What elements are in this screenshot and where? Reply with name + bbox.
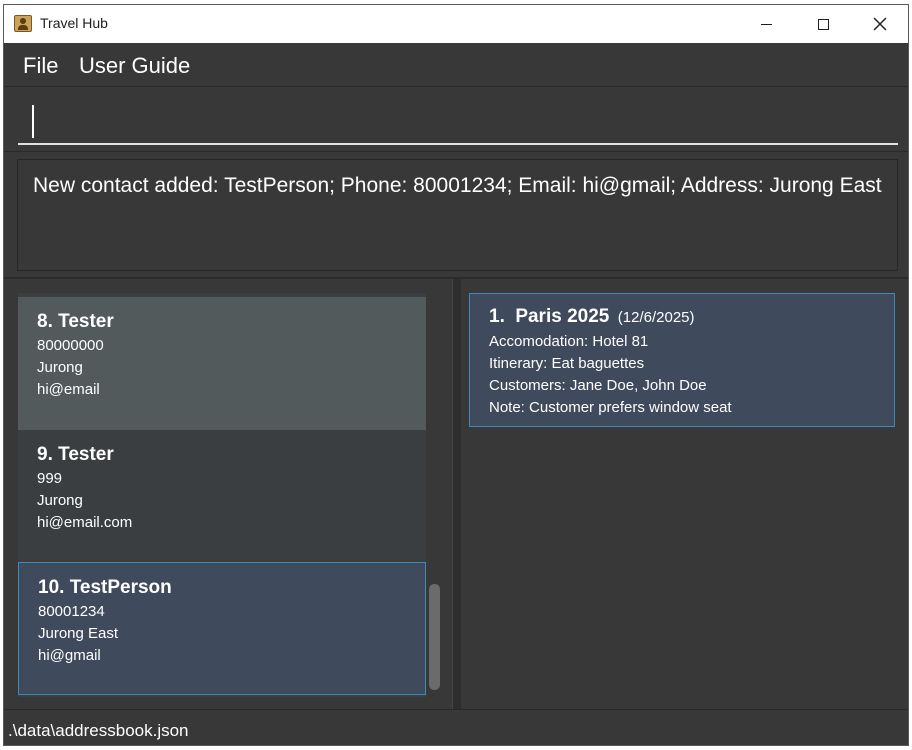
trip-note: Note: Customer prefers window seat (489, 399, 732, 416)
save-location: .\data\addressbook.json (8, 721, 189, 740)
contacts-scrollbar[interactable] (429, 584, 440, 690)
contact-phone: 999 (37, 470, 63, 487)
contact-index: 8. (37, 311, 53, 332)
contacts-list[interactable]: 8. Tester 80000000 Jurong hi@email 9. Te… (18, 293, 426, 697)
menu-bar: File User Guide (4, 43, 908, 87)
result-display: New contact added: TestPerson; Phone: 80… (17, 159, 898, 271)
status-bar: .\data\addressbook.json (4, 709, 908, 745)
trip-itinerary: Itinerary: Eat baguettes (489, 355, 645, 372)
trip-customers: Customers: Jane Doe, John Doe (489, 377, 707, 394)
window-title: Travel Hub (40, 15, 108, 31)
contact-name-text: Tester (58, 444, 114, 465)
text-caret (32, 105, 34, 138)
contact-name: 9. Tester (37, 442, 407, 468)
contact-name: 8. Tester (37, 309, 407, 335)
command-input[interactable] (18, 98, 898, 145)
result-message: New contact added: TestPerson; Phone: 80… (33, 174, 882, 197)
contact-phone: 80000000 (37, 337, 104, 354)
trip-date: (12/6/2025) (617, 309, 695, 326)
minimize-button[interactable] (737, 5, 795, 43)
contact-email: hi@email (37, 381, 100, 398)
contact-email: hi@gmail (38, 647, 101, 664)
address-book-icon (14, 15, 32, 32)
contact-name-text: TestPerson (69, 577, 172, 598)
trip-index: 1. (489, 306, 505, 327)
menu-file[interactable]: File (23, 53, 58, 79)
contact-card[interactable]: 8. Tester 80000000 Jurong hi@email (18, 297, 426, 430)
trip-accommodation: Accomodation: Hotel 81 (489, 333, 649, 350)
contact-index: 10. (38, 577, 65, 598)
trip-header: 1. Paris 2025 (12/6/2025) (489, 304, 875, 331)
close-button[interactable] (851, 5, 908, 43)
trips-panel: 1. Paris 2025 (12/6/2025) Accomodation: … (461, 279, 908, 709)
close-icon (873, 17, 887, 31)
contact-name: 10. TestPerson (38, 575, 406, 601)
contact-phone: 80001234 (38, 603, 105, 620)
menu-user-guide[interactable]: User Guide (79, 53, 190, 79)
contact-card[interactable]: 9. Tester 999 Jurong hi@email.com (18, 430, 426, 563)
contact-card-selected[interactable]: 10. TestPerson 80001234 Jurong East hi@g… (18, 562, 426, 695)
trip-name: Paris 2025 (515, 306, 610, 327)
contact-email: hi@email.com (37, 514, 133, 531)
contact-address: Jurong East (38, 625, 119, 642)
contact-address: Jurong (37, 492, 83, 509)
app-window: Travel Hub File User Guide New contact a… (3, 4, 909, 746)
contact-name-text: Tester (58, 311, 114, 332)
minimize-icon (760, 23, 772, 25)
maximize-button[interactable] (794, 5, 852, 43)
trip-card[interactable]: 1. Paris 2025 (12/6/2025) Accomodation: … (469, 293, 895, 427)
contact-address: Jurong (37, 359, 83, 376)
maximize-icon (817, 18, 829, 30)
split-divider[interactable] (452, 279, 461, 709)
contact-index: 9. (37, 444, 53, 465)
contacts-panel: 8. Tester 80000000 Jurong hi@email 9. Te… (4, 279, 452, 709)
title-bar: Travel Hub (4, 5, 908, 43)
command-box (4, 88, 908, 152)
